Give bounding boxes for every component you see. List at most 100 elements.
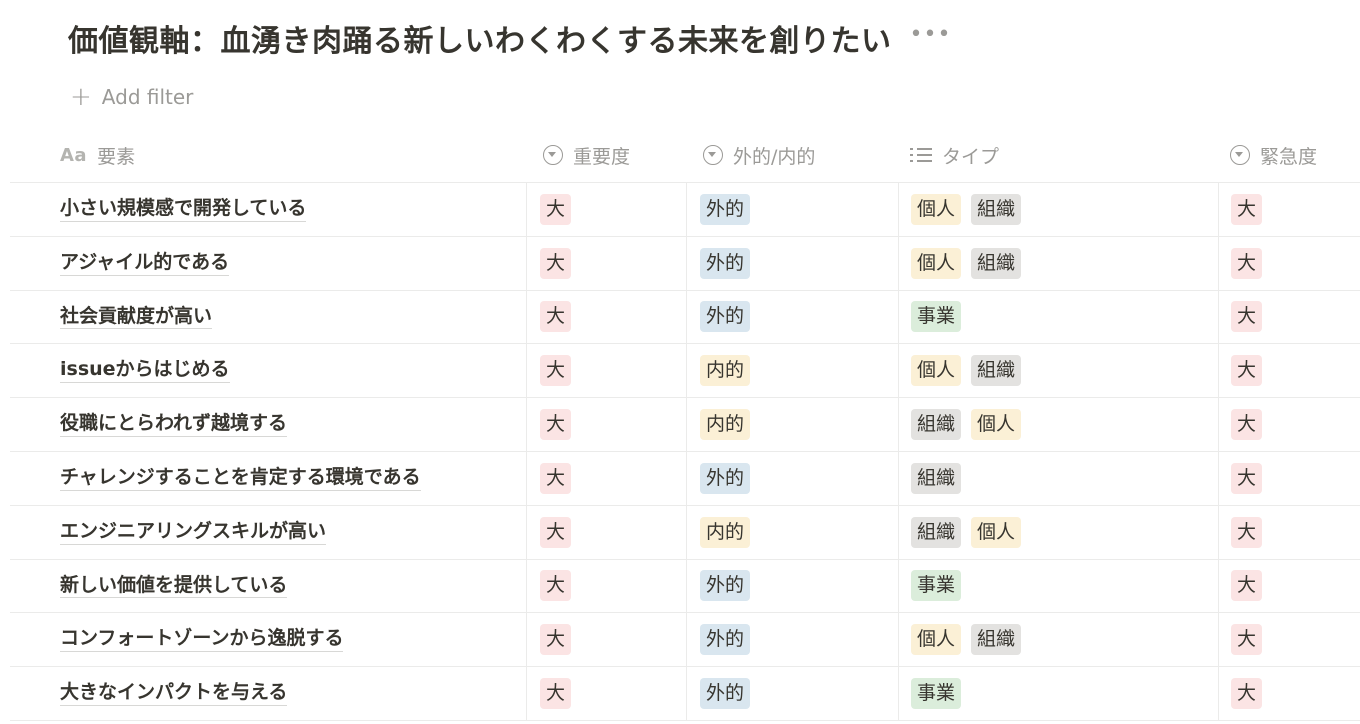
cell-external[interactable]: 外的: [686, 451, 898, 505]
cell-name[interactable]: 新しい価値を提供している: [10, 560, 526, 613]
column-label: 外的/内的: [733, 145, 816, 168]
select-tag: 事業: [911, 678, 962, 710]
cell-importance[interactable]: 大: [526, 290, 686, 344]
cell-name[interactable]: issueからはじめる: [10, 344, 526, 397]
row-title-link[interactable]: 大きなインパクトを与える: [60, 681, 288, 706]
select-tag: 組織: [971, 355, 1022, 387]
cell-importance[interactable]: 大: [526, 613, 686, 667]
table-row[interactable]: 新しい価値を提供している 大 外的 事業 大: [10, 559, 1360, 614]
select-tag: 大: [1231, 516, 1263, 548]
table-row[interactable]: 小さい規模感で開発している大外的 個人 組織大: [10, 183, 1360, 237]
column-header-urgency[interactable]: 緊急度: [1218, 128, 1360, 182]
table-row[interactable]: アジャイル的である大外的 個人 組織大: [10, 236, 1360, 291]
cell-type[interactable]: 個人 組織: [898, 236, 1218, 290]
row-title-link[interactable]: issueからはじめる: [60, 358, 230, 384]
cell-type[interactable]: 個人 組織: [898, 344, 1218, 398]
cell-external[interactable]: 外的: [686, 183, 898, 236]
cell-type[interactable]: 事業: [898, 290, 1218, 344]
cell-type[interactable]: 事業: [898, 667, 1218, 720]
row-title-link[interactable]: 役職にとらわれず越境する: [60, 412, 288, 437]
cell-importance[interactable]: 大: [526, 451, 686, 505]
cell-importance[interactable]: 大: [526, 344, 686, 398]
more-options-icon[interactable]: •••: [910, 24, 952, 52]
select-tag: 個人: [911, 624, 962, 656]
cell-type[interactable]: 組織: [898, 451, 1218, 505]
cell-external[interactable]: 内的: [686, 398, 898, 451]
cell-name[interactable]: 大きなインパクトを与える: [10, 667, 526, 720]
select-tag: 内的: [700, 516, 751, 548]
table-row[interactable]: コンフォートゾーンから逸脱する大外的 個人 組織大: [10, 613, 1360, 668]
cell-importance[interactable]: 大: [526, 505, 686, 559]
cell-external[interactable]: 外的: [686, 667, 898, 720]
cell-type[interactable]: 事業: [898, 559, 1218, 613]
select-tag: 組織: [911, 516, 962, 548]
select-tag: 大: [1231, 301, 1263, 333]
row-title-link[interactable]: 新しい価値を提供している: [60, 574, 288, 599]
select-tag: 大: [540, 624, 572, 656]
cell-name[interactable]: アジャイル的である: [10, 237, 526, 290]
column-label: 重要度: [573, 145, 631, 168]
select-tag: 組織: [971, 247, 1022, 279]
select-tag: 大: [540, 247, 572, 279]
cell-external[interactable]: 外的: [686, 290, 898, 344]
cell-name[interactable]: コンフォートゾーンから逸脱する: [10, 613, 526, 666]
title-row: 価値観軸：血湧き肉踊る新しいわくわくする未来を創りたい •••: [68, 16, 951, 60]
table-row[interactable]: チャレンジすることを肯定する環境である 大 外的 組織 大: [10, 451, 1360, 506]
cell-name[interactable]: 役職にとらわれず越境する: [10, 398, 526, 451]
select-tag: 内的: [700, 409, 751, 441]
cell-name[interactable]: 小さい規模感で開発している: [10, 183, 526, 236]
cell-urgency[interactable]: 大: [1218, 183, 1360, 236]
row-title-link[interactable]: 小さい規模感で開発している: [60, 197, 307, 222]
cell-external[interactable]: 内的: [686, 344, 898, 398]
cell-urgency[interactable]: 大: [1218, 344, 1360, 398]
cell-importance[interactable]: 大: [526, 398, 686, 451]
select-tag: 外的: [700, 462, 751, 494]
table-row[interactable]: 大きなインパクトを与える 大 外的 事業 大: [10, 667, 1360, 721]
table-body: 小さい規模感で開発している大外的 個人 組織大アジャイル的である大外的 個人 組織大社会…: [10, 183, 1360, 721]
column-header-name[interactable]: Aa 要素: [10, 128, 526, 182]
cell-urgency[interactable]: 大: [1218, 290, 1360, 344]
cell-name[interactable]: 社会貢献度が高い: [10, 291, 526, 344]
cell-urgency[interactable]: 大: [1218, 236, 1360, 290]
row-title-link[interactable]: 社会貢献度が高い: [60, 305, 213, 330]
row-title-link[interactable]: アジャイル的である: [60, 251, 230, 276]
cell-external[interactable]: 内的: [686, 505, 898, 559]
table-row[interactable]: 役職にとらわれず越境する大内的 組織 個人大: [10, 398, 1360, 452]
row-title-link[interactable]: チャレンジすることを肯定する環境である: [60, 466, 421, 491]
cell-importance[interactable]: 大: [526, 667, 686, 720]
cell-type[interactable]: 個人 組織: [898, 183, 1218, 236]
cell-name[interactable]: チャレンジすることを肯定する環境である: [10, 452, 526, 505]
cell-importance[interactable]: 大: [526, 236, 686, 290]
cell-external[interactable]: 外的: [686, 236, 898, 290]
multi-select-property-icon: [910, 147, 932, 163]
table-row[interactable]: 社会貢献度が高い 大 外的 事業 大: [10, 290, 1360, 345]
cell-name[interactable]: エンジニアリングスキルが高い: [10, 506, 526, 559]
cell-urgency[interactable]: 大: [1218, 667, 1360, 720]
row-title-link[interactable]: コンフォートゾーンから逸脱する: [60, 627, 344, 653]
add-filter-button[interactable]: + Add filter: [70, 82, 193, 112]
cell-importance[interactable]: 大: [526, 183, 686, 236]
select-tag: 事業: [911, 301, 962, 333]
cell-type[interactable]: 組織 個人: [898, 398, 1218, 451]
cell-urgency[interactable]: 大: [1218, 451, 1360, 505]
table-row[interactable]: エンジニアリングスキルが高い大内的 組織 個人大: [10, 505, 1360, 560]
table-row[interactable]: issueからはじめる大内的 個人 組織大: [10, 344, 1360, 399]
cell-urgency[interactable]: 大: [1218, 505, 1360, 559]
select-tag: 大: [1231, 193, 1263, 225]
cell-type[interactable]: 個人 組織: [898, 613, 1218, 667]
cell-urgency[interactable]: 大: [1218, 398, 1360, 451]
select-tag: 大: [540, 462, 572, 494]
column-header-external[interactable]: 外的/内的: [686, 128, 898, 182]
page-title[interactable]: 価値観軸：血湧き肉踊る新しいわくわくする未来を創りたい: [68, 16, 892, 60]
cell-urgency[interactable]: 大: [1218, 613, 1360, 667]
cell-type[interactable]: 組織 個人: [898, 505, 1218, 559]
column-header-type[interactable]: タイプ: [898, 128, 1218, 182]
select-tag: 大: [540, 193, 572, 225]
column-header-importance[interactable]: 重要度: [526, 128, 686, 182]
cell-urgency[interactable]: 大: [1218, 559, 1360, 613]
cell-external[interactable]: 外的: [686, 559, 898, 613]
cell-importance[interactable]: 大: [526, 559, 686, 613]
cell-external[interactable]: 外的: [686, 613, 898, 667]
select-tag: 大: [540, 570, 572, 602]
row-title-link[interactable]: エンジニアリングスキルが高い: [60, 520, 327, 545]
